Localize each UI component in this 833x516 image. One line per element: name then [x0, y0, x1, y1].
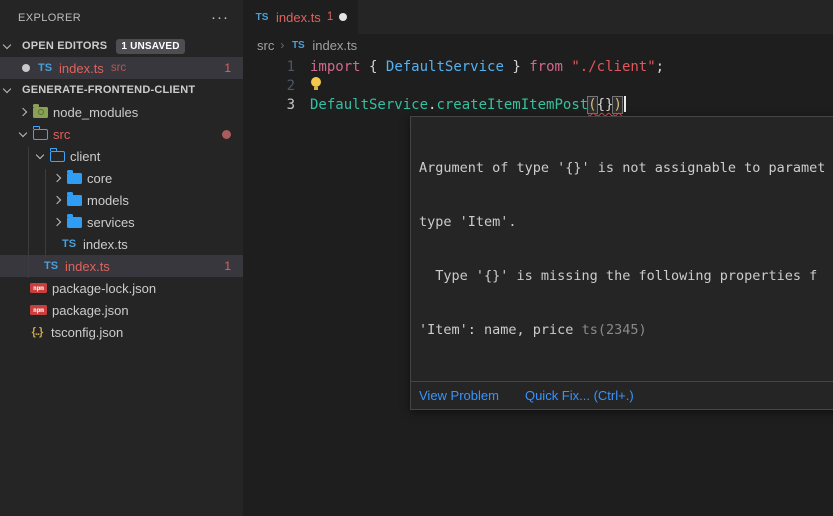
chevron-right-icon: [53, 174, 61, 182]
error-message-line: 'Item': name, price ts(2345): [419, 321, 833, 339]
tree-item-label: services: [87, 215, 135, 230]
tab-bar: TS index.ts 1: [243, 0, 833, 34]
typescript-icon: TS: [42, 260, 60, 272]
ts-error-code: ts(2345): [582, 322, 647, 338]
typescript-icon: TS: [36, 62, 54, 74]
tree-item-models[interactable]: models: [0, 189, 243, 211]
error-message-line: Argument of type '{}' is not assignable …: [419, 159, 833, 177]
vscode-window: { "colors": { "sidebar_bg": "#252526", "…: [0, 0, 833, 516]
tree-item-label: package.json: [52, 303, 129, 318]
unsaved-dot-icon[interactable]: [339, 13, 347, 21]
tree-item-label: models: [87, 193, 129, 208]
indent-guide: [45, 169, 46, 257]
chevron-down-icon: [3, 84, 11, 92]
tab-error-count: 1: [327, 11, 333, 23]
tree-item-label: core: [87, 171, 112, 186]
tree-item-label: src: [53, 127, 70, 142]
folder-open-icon: [33, 129, 48, 140]
chevron-right-icon: [53, 218, 61, 226]
text-cursor: [624, 96, 626, 112]
tree-item-services[interactable]: services: [0, 211, 243, 233]
node-modules-folder-icon: [33, 107, 48, 118]
error-hover-tooltip: Argument of type '{}' is not assignable …: [410, 116, 833, 410]
chevron-down-icon: [19, 128, 27, 136]
unsaved-dot-icon: [22, 64, 30, 72]
chevron-right-icon: [53, 196, 61, 204]
indent-guide: [28, 147, 29, 278]
typescript-icon: TS: [254, 12, 270, 23]
json-braces-icon: {..}: [28, 326, 46, 338]
npm-icon: npm: [30, 283, 47, 293]
tree-item-client-indexts[interactable]: TS index.ts: [0, 233, 243, 255]
code-line-2: 2: [243, 77, 833, 96]
tree-item-label: package-lock.json: [52, 281, 156, 296]
tree-item-node-modules[interactable]: node_modules: [0, 101, 243, 123]
unsaved-count-badge: 1 UNSAVED: [116, 39, 184, 54]
chevron-down-icon: [36, 150, 44, 158]
tree-item-src-indexts[interactable]: TS index.ts 1: [0, 255, 243, 277]
folder-icon: [67, 217, 82, 228]
chevron-down-icon: [3, 40, 11, 48]
breadcrumb-file[interactable]: index.ts: [312, 38, 357, 53]
error-message-line: type 'Item'.: [419, 213, 833, 231]
open-editor-folder-desc: src: [111, 62, 126, 74]
quick-fix-link[interactable]: Quick Fix... (Ctrl+.): [525, 388, 634, 403]
line-number: 3: [243, 96, 295, 115]
tree-item-label: client: [70, 149, 100, 164]
tab-indexts[interactable]: TS index.ts 1: [243, 0, 358, 34]
chevron-separator-icon: ›: [280, 38, 284, 52]
lightbulb-icon[interactable]: [311, 77, 321, 90]
open-editor-item-indexts[interactable]: TS index.ts src 1: [0, 57, 243, 79]
breadcrumb-folder[interactable]: src: [257, 38, 274, 53]
open-editor-filename: index.ts: [59, 61, 104, 76]
project-name-label: GENERATE-FRONTEND-CLIENT: [22, 84, 195, 96]
error-dot-icon: [222, 130, 231, 139]
error-message: Argument of type '{}' is not assignable …: [411, 117, 833, 381]
tree-item-label: index.ts: [83, 237, 128, 252]
tree-item-package-json[interactable]: npm package.json: [0, 299, 243, 321]
explorer-title: EXPLORER: [18, 12, 81, 24]
tree-item-label: index.ts: [65, 259, 110, 274]
folder-open-icon: [50, 151, 65, 162]
tree-item-tsconfig[interactable]: {..} tsconfig.json: [0, 321, 243, 343]
line-number: 1: [243, 58, 295, 77]
tree-item-label: tsconfig.json: [51, 325, 123, 340]
folder-icon: [67, 173, 82, 184]
tree-item-core[interactable]: core: [0, 167, 243, 189]
folder-icon: [67, 195, 82, 206]
error-count: 1: [224, 61, 231, 75]
chevron-right-icon: [19, 108, 27, 116]
open-editors-section-header[interactable]: OPEN EDITORS 1 UNSAVED: [0, 35, 243, 57]
error-squiggle: ({}): [588, 97, 622, 113]
code-editor[interactable]: 1 import { DefaultService } from "./clie…: [243, 58, 833, 115]
tree-item-src[interactable]: src: [0, 123, 243, 145]
tree-item-package-lock[interactable]: npm package-lock.json: [0, 277, 243, 299]
explorer-sidebar: EXPLORER ··· OPEN EDITORS 1 UNSAVED TS i…: [0, 0, 243, 516]
typescript-icon: TS: [290, 40, 306, 51]
line-number: 2: [243, 77, 295, 96]
breadcrumb: src › TS index.ts: [243, 34, 833, 56]
code-line-1: 1 import { DefaultService } from "./clie…: [243, 58, 833, 77]
error-message-line: Type '{}' is missing the following prope…: [419, 267, 833, 285]
project-section-header[interactable]: GENERATE-FRONTEND-CLIENT: [0, 79, 243, 101]
open-editors-label: OPEN EDITORS: [22, 40, 107, 52]
view-problem-link[interactable]: View Problem: [419, 388, 499, 403]
tab-filename: index.ts: [276, 10, 321, 25]
explorer-titlebar: EXPLORER ···: [0, 0, 243, 35]
tree-item-label: node_modules: [53, 105, 138, 120]
error-count: 1: [224, 259, 231, 273]
typescript-icon: TS: [60, 238, 78, 250]
npm-icon: npm: [30, 305, 47, 315]
hover-footer: View Problem Quick Fix... (Ctrl+.): [411, 381, 833, 409]
code-line-3: 3 DefaultService.createItemItemPost({}): [243, 96, 833, 115]
more-actions-icon[interactable]: ···: [211, 13, 229, 23]
tree-item-client[interactable]: client: [0, 145, 243, 167]
